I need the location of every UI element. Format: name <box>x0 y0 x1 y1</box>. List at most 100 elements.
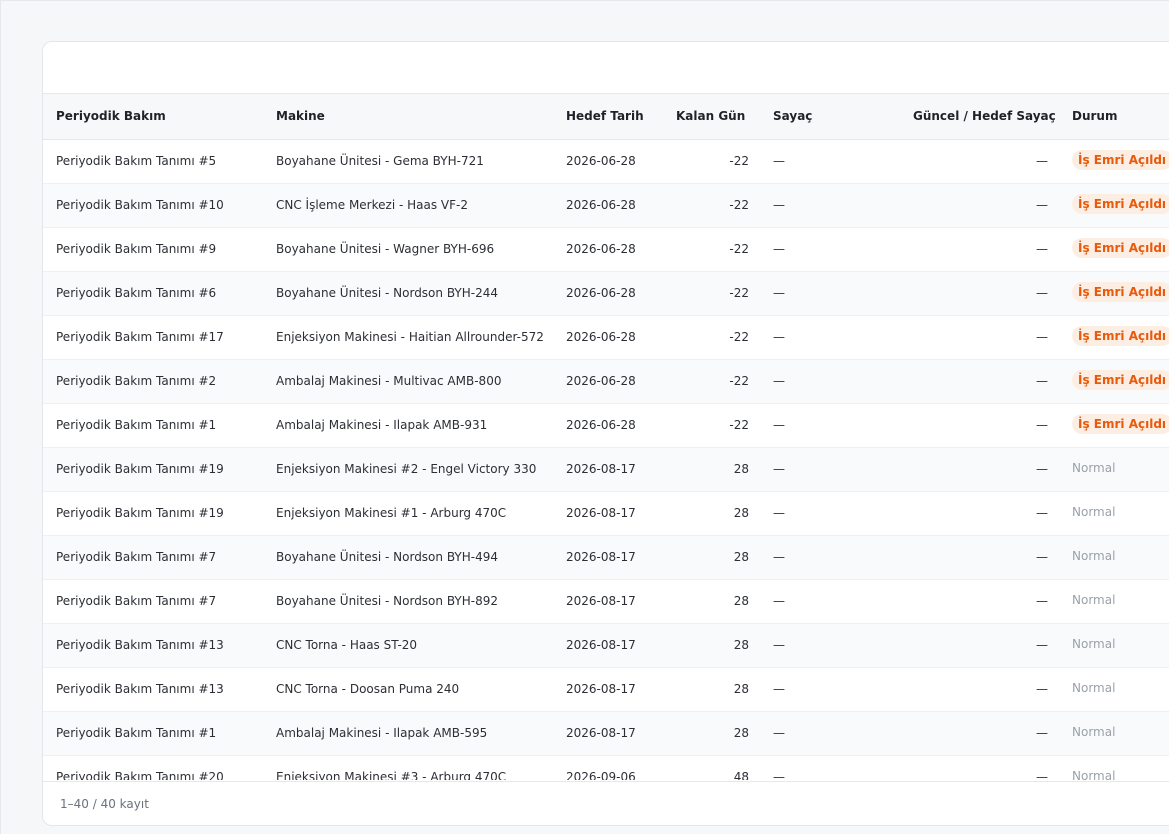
cell-periyodik-bakim: Periyodik Bakım Tanımı #7 <box>56 594 217 608</box>
table-row[interactable]: Periyodik Bakım Tanımı #6 Boyahane Ünites… <box>43 272 1169 316</box>
cell-hedef-tarih: 2026-08-17 <box>566 638 636 652</box>
cell-makine: Ambalaj Makinesi - Ilapak AMB-595 <box>276 726 488 740</box>
cell-sayac: — <box>773 682 785 696</box>
cell-sayac: — <box>773 594 785 608</box>
status-badge: Normal <box>1072 637 1116 651</box>
table-row[interactable]: Periyodik Bakım Tanımı #7 Boyahane Ünites… <box>43 580 1169 624</box>
table-body: Periyodik Bakım Tanımı #5 Boyahane Ünites… <box>43 140 1169 780</box>
cell-hedef-tarih: 2026-06-28 <box>566 242 636 256</box>
cell-hedef-tarih: 2026-08-17 <box>566 726 636 740</box>
cell-hedef-tarih: 2026-06-28 <box>566 198 636 212</box>
cell-guncel-hedef-sayac: — <box>1036 770 1048 780</box>
table-row[interactable]: Periyodik Bakım Tanımı #5 Boyahane Ünites… <box>43 140 1169 184</box>
column-header-guncel-hedef-sayac[interactable]: Güncel / Hedef Sayaç <box>913 109 1056 123</box>
cell-periyodik-bakim: Periyodik Bakım Tanımı #13 <box>56 638 224 652</box>
cell-makine: Enjeksiyon Makinesi - Haitian Allrounder… <box>276 330 544 344</box>
column-header-bakim[interactable]: Periyodik Bakım <box>56 109 166 123</box>
status-badge: İş Emri Açıldı <box>1072 238 1169 258</box>
cell-kalan-gun: 28 <box>733 726 749 740</box>
cell-hedef-tarih: 2026-08-17 <box>566 682 636 696</box>
table-row[interactable]: Periyodik Bakım Tanımı #17 Enjeksiyon Mak… <box>43 316 1169 360</box>
cell-periyodik-bakim: Periyodik Bakım Tanımı #1 <box>56 418 217 432</box>
cell-kalan-gun: 28 <box>733 462 749 476</box>
table-row[interactable]: Periyodik Bakım Tanımı #1 Ambalaj Makines… <box>43 404 1169 448</box>
cell-sayac: — <box>773 418 785 432</box>
status-badge: İş Emri Açıldı <box>1072 326 1169 346</box>
status-badge: Normal <box>1072 769 1116 780</box>
cell-sayac: — <box>773 550 785 564</box>
cell-makine: Boyahane Ünitesi - Nordson BYH-494 <box>276 550 498 564</box>
cell-makine: Enjeksiyon Makinesi #3 - Arburg 470C <box>276 770 507 780</box>
cell-hedef-tarih: 2026-06-28 <box>566 418 636 432</box>
cell-kalan-gun: -22 <box>729 242 749 256</box>
table-row[interactable]: Periyodik Bakım Tanımı #20 Enjeksiyon Mak… <box>43 756 1169 780</box>
cell-kalan-gun: -22 <box>729 154 749 168</box>
cell-kalan-gun: 28 <box>733 594 749 608</box>
cell-guncel-hedef-sayac: — <box>1036 418 1048 432</box>
cell-sayac: — <box>773 726 785 740</box>
column-header-durum[interactable]: Durum <box>1072 109 1117 123</box>
cell-kalan-gun: 48 <box>733 770 749 780</box>
cell-periyodik-bakim: Periyodik Bakım Tanımı #17 <box>56 330 224 344</box>
cell-periyodik-bakim: Periyodik Bakım Tanımı #1 <box>56 726 217 740</box>
cell-makine: Boyahane Ünitesi - Nordson BYH-892 <box>276 594 498 608</box>
cell-kalan-gun: 28 <box>733 638 749 652</box>
cell-periyodik-bakim: Periyodik Bakım Tanımı #10 <box>56 198 224 212</box>
cell-sayac: — <box>773 770 785 780</box>
cell-makine: Boyahane Ünitesi - Gema BYH-721 <box>276 154 484 168</box>
cell-kalan-gun: 28 <box>733 550 749 564</box>
table-row[interactable]: Periyodik Bakım Tanımı #19 Enjeksiyon Mak… <box>43 448 1169 492</box>
column-header-makine[interactable]: Makine <box>276 109 325 123</box>
status-badge: Normal <box>1072 505 1116 519</box>
column-header-kalan-gun[interactable]: Kalan Gün <box>676 109 745 123</box>
cell-hedef-tarih: 2026-06-28 <box>566 154 636 168</box>
status-badge: İş Emri Açıldı <box>1072 282 1169 302</box>
table-row[interactable]: Periyodik Bakım Tanımı #13 CNC Torna - Ha… <box>43 624 1169 668</box>
status-badge: Normal <box>1072 461 1116 475</box>
status-badge: Normal <box>1072 725 1116 739</box>
cell-makine: CNC Torna - Doosan Puma 240 <box>276 682 460 696</box>
cell-makine: Boyahane Ünitesi - Wagner BYH-696 <box>276 242 495 256</box>
cell-periyodik-bakim: Periyodik Bakım Tanımı #20 <box>56 770 224 780</box>
table-header-row: Periyodik Bakım Makine Hedef Tarih Kalan… <box>43 94 1169 140</box>
card-toolbar <box>43 42 1169 94</box>
cell-kalan-gun: 28 <box>733 682 749 696</box>
cell-guncel-hedef-sayac: — <box>1036 638 1048 652</box>
table-row[interactable]: Periyodik Bakım Tanımı #2 Ambalaj Makines… <box>43 360 1169 404</box>
cell-sayac: — <box>773 198 785 212</box>
cell-sayac: — <box>773 638 785 652</box>
table-row[interactable]: Periyodik Bakım Tanımı #1 Ambalaj Makines… <box>43 712 1169 756</box>
cell-hedef-tarih: 2026-06-28 <box>566 374 636 388</box>
cell-hedef-tarih: 2026-08-17 <box>566 594 636 608</box>
table-row[interactable]: Periyodik Bakım Tanımı #10 CNC İşleme Mer… <box>43 184 1169 228</box>
cell-kalan-gun: 28 <box>733 506 749 520</box>
cell-kalan-gun: -22 <box>729 418 749 432</box>
cell-sayac: — <box>773 286 785 300</box>
column-header-hedef-tarih[interactable]: Hedef Tarih <box>566 109 644 123</box>
cell-guncel-hedef-sayac: — <box>1036 154 1048 168</box>
cell-periyodik-bakim: Periyodik Bakım Tanımı #19 <box>56 462 224 476</box>
cell-hedef-tarih: 2026-06-28 <box>566 286 636 300</box>
cell-guncel-hedef-sayac: — <box>1036 726 1048 740</box>
table-row[interactable]: Periyodik Bakım Tanımı #7 Boyahane Ünites… <box>43 536 1169 580</box>
cell-makine: Enjeksiyon Makinesi #2 - Engel Victory 3… <box>276 462 537 476</box>
status-badge: İş Emri Açıldı <box>1072 414 1169 434</box>
table-row[interactable]: Periyodik Bakım Tanımı #9 Boyahane Ünites… <box>43 228 1169 272</box>
cell-guncel-hedef-sayac: — <box>1036 594 1048 608</box>
cell-periyodik-bakim: Periyodik Bakım Tanımı #2 <box>56 374 217 388</box>
cell-sayac: — <box>773 154 785 168</box>
cell-sayac: — <box>773 374 785 388</box>
cell-sayac: — <box>773 462 785 476</box>
cell-kalan-gun: -22 <box>729 198 749 212</box>
status-badge: İş Emri Açıldı <box>1072 194 1169 214</box>
table-row[interactable]: Periyodik Bakım Tanımı #13 CNC Torna - Do… <box>43 668 1169 712</box>
column-header-sayac[interactable]: Sayaç <box>773 109 812 123</box>
table-row[interactable]: Periyodik Bakım Tanımı #19 Enjeksiyon Mak… <box>43 492 1169 536</box>
cell-makine: Ambalaj Makinesi - Multivac AMB-800 <box>276 374 502 388</box>
cell-periyodik-bakim: Periyodik Bakım Tanımı #5 <box>56 154 217 168</box>
cell-hedef-tarih: 2026-08-17 <box>566 462 636 476</box>
status-badge: Normal <box>1072 681 1116 695</box>
cell-makine: Boyahane Ünitesi - Nordson BYH-244 <box>276 286 498 300</box>
record-count: 1–40 / 40 kayıt <box>60 797 149 811</box>
cell-periyodik-bakim: Periyodik Bakım Tanımı #9 <box>56 242 217 256</box>
